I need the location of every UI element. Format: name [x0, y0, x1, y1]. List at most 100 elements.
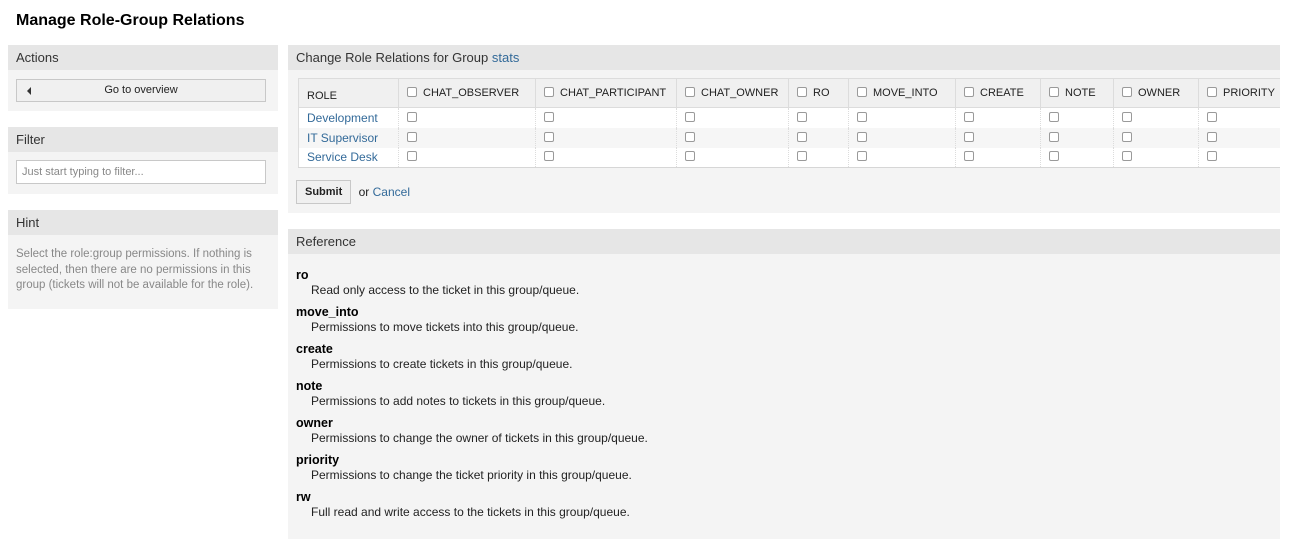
permission-cell: [788, 107, 849, 128]
reference-term: priority: [296, 453, 340, 467]
select-all-chat-observer-checkbox[interactable]: [407, 87, 417, 98]
permission-cell: [1113, 127, 1199, 148]
permission-cell: [398, 127, 536, 148]
ro-checkbox[interactable]: [797, 111, 807, 122]
go-to-overview-label: Go to overview: [104, 84, 178, 96]
role-link[interactable]: Development: [307, 111, 378, 125]
relations-header: Change Role Relations for Group stats: [288, 45, 1280, 70]
column-header-label: OWNER: [1138, 87, 1181, 99]
priority-checkbox[interactable]: [1207, 111, 1217, 122]
column-header-owner: OWNER: [1113, 78, 1199, 108]
permission-cell: [1113, 107, 1199, 128]
group-link[interactable]: stats: [492, 50, 519, 65]
permission-cell: [848, 127, 956, 148]
permission-cell: [1040, 147, 1114, 168]
go-to-overview-button[interactable]: Go to overview: [16, 79, 266, 102]
chat-participant-checkbox[interactable]: [544, 151, 554, 162]
select-all-ro-checkbox[interactable]: [797, 87, 807, 98]
submit-button[interactable]: Submit: [296, 180, 352, 204]
select-all-priority-checkbox[interactable]: [1207, 87, 1217, 98]
permission-cell: [398, 107, 536, 128]
move-into-checkbox[interactable]: [857, 131, 867, 142]
permission-cell: [535, 147, 677, 168]
move-into-checkbox[interactable]: [857, 111, 867, 122]
reference-term: move_into: [296, 305, 359, 319]
relations-table-wrapper: ROLE CHAT_OBSERVER CHAT_PARTICIPANT CHAT_O…: [298, 78, 1280, 168]
relations-header-prefix: Change Role Relations for Group: [296, 50, 489, 65]
reference-description: Permissions to add notes to tickets in t…: [311, 394, 606, 408]
column-header-create: CREATE: [955, 78, 1041, 108]
column-header-label: RO: [813, 87, 830, 99]
select-all-chat-owner-checkbox[interactable]: [685, 87, 695, 98]
filter-input[interactable]: [16, 160, 266, 184]
reference-description: Permissions to change the owner of ticke…: [311, 431, 648, 445]
select-all-move-into-checkbox[interactable]: [857, 87, 867, 98]
owner-checkbox[interactable]: [1122, 151, 1132, 162]
ro-checkbox[interactable]: [797, 151, 807, 162]
move-into-checkbox[interactable]: [857, 151, 867, 162]
chat-participant-checkbox[interactable]: [544, 111, 554, 122]
reference-description: Permissions to move tickets into this gr…: [311, 320, 579, 334]
chat-owner-checkbox[interactable]: [685, 111, 695, 122]
permission-cell: [788, 147, 849, 168]
chat-observer-checkbox[interactable]: [407, 111, 417, 122]
permission-cell: [955, 127, 1041, 148]
select-all-owner-checkbox[interactable]: [1122, 87, 1132, 98]
reference-list: ro Read only access to the ticket in this…: [296, 268, 648, 527]
page-title: Manage Role-Group Relations: [16, 12, 245, 29]
form-actions: Submit or Cancel: [296, 180, 410, 204]
reference-description: Full read and write access to the ticket…: [311, 505, 630, 519]
column-header-label: MOVE_INTO: [873, 87, 938, 99]
note-checkbox[interactable]: [1049, 151, 1059, 162]
permission-cell: [676, 147, 789, 168]
role-link[interactable]: IT Supervisor: [307, 131, 378, 145]
chat-owner-checkbox[interactable]: [685, 151, 695, 162]
column-header-label: PRIORITY: [1223, 87, 1275, 99]
permission-cell: [848, 147, 956, 168]
column-header-priority: PRIORITY: [1198, 78, 1280, 108]
permission-cell: [1198, 127, 1280, 148]
actions-widget: Actions Go to overview: [8, 45, 278, 111]
chat-owner-checkbox[interactable]: [685, 131, 695, 142]
reference-widget: Reference ro Read only access to the tick…: [288, 229, 1280, 539]
create-checkbox[interactable]: [964, 151, 974, 162]
relations-widget: Change Role Relations for Group stats RO…: [288, 45, 1280, 213]
hint-text: Select the role:group permissions. If no…: [16, 248, 254, 291]
chat-observer-checkbox[interactable]: [407, 131, 417, 142]
reference-term: create: [296, 342, 333, 356]
select-all-create-checkbox[interactable]: [964, 87, 974, 98]
permission-cell: [535, 107, 677, 128]
column-header-label: CHAT_OWNER: [701, 87, 779, 99]
reference-description: Permissions to change the ticket priorit…: [311, 468, 632, 482]
note-checkbox[interactable]: [1049, 131, 1059, 142]
permission-cell: [1040, 127, 1114, 148]
table-row: Development: [298, 107, 1280, 128]
filter-header: Filter: [8, 127, 278, 152]
note-checkbox[interactable]: [1049, 111, 1059, 122]
select-all-chat-participant-checkbox[interactable]: [544, 87, 554, 98]
permission-cell: [1040, 107, 1114, 128]
column-header-chat-owner: CHAT_OWNER: [676, 78, 789, 108]
select-all-note-checkbox[interactable]: [1049, 87, 1059, 98]
or-text: or: [358, 185, 370, 199]
priority-checkbox[interactable]: [1207, 151, 1217, 162]
owner-checkbox[interactable]: [1122, 111, 1132, 122]
reference-term: note: [296, 379, 323, 393]
owner-checkbox[interactable]: [1122, 131, 1132, 142]
ro-checkbox[interactable]: [797, 131, 807, 142]
table-row: Service Desk: [298, 147, 1280, 168]
create-checkbox[interactable]: [964, 131, 974, 142]
role-link[interactable]: Service Desk: [307, 150, 378, 164]
column-header-label: CREATE: [980, 87, 1024, 99]
priority-checkbox[interactable]: [1207, 131, 1217, 142]
reference-term: ro: [296, 268, 309, 282]
create-checkbox[interactable]: [964, 111, 974, 122]
permission-cell: [848, 107, 956, 128]
chat-participant-checkbox[interactable]: [544, 131, 554, 142]
column-header-move-into: MOVE_INTO: [848, 78, 956, 108]
chat-observer-checkbox[interactable]: [407, 151, 417, 162]
column-header-role: ROLE: [298, 78, 399, 108]
cancel-link[interactable]: Cancel: [373, 185, 410, 199]
hint-widget: Hint Select the role:group permissions. …: [8, 210, 278, 309]
permission-cell: [1198, 147, 1280, 168]
